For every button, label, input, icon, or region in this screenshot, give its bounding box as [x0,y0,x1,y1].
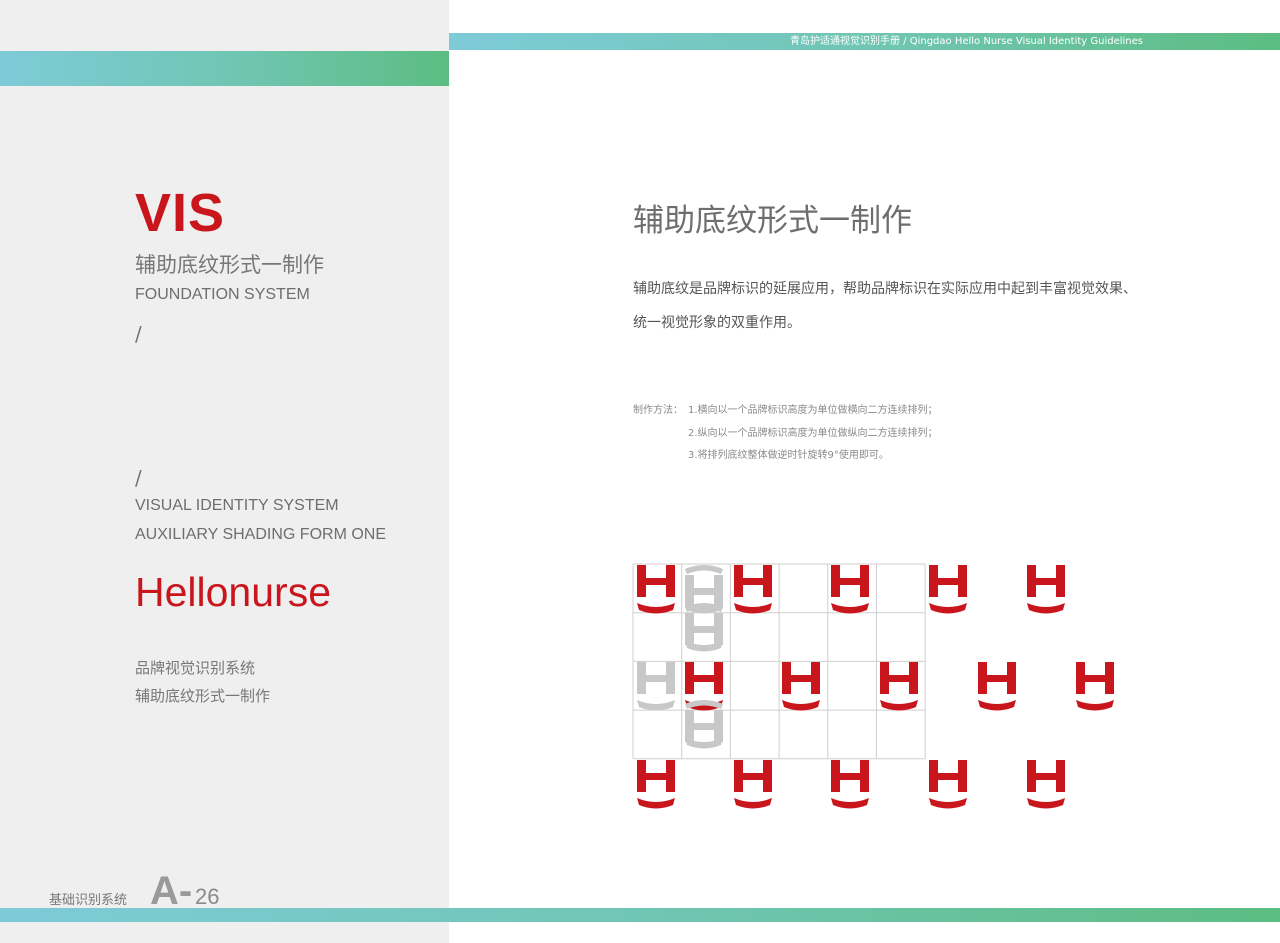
hello-nurse-logo-icon [831,565,869,614]
hello-nurse-logo-icon [1076,662,1114,711]
hello-nurse-logo-icon [637,565,675,614]
hello-nurse-logo-icon [1027,565,1065,614]
hello-nurse-logo-icon [1027,760,1065,809]
pattern-diagram [632,563,1114,809]
hello-nurse-logo-ghost-icon [637,662,675,711]
hello-nurse-logo-icon [734,565,772,614]
hello-nurse-logo-icon [831,760,869,809]
hello-nurse-logo-icon [782,662,820,711]
hello-nurse-logo-icon [637,760,675,809]
hello-nurse-logo-icon [880,662,918,711]
pattern-logos [637,565,1114,809]
hello-nurse-logo-icon [929,760,967,809]
hello-nurse-logo-icon [978,662,1016,711]
hello-nurse-logo-icon [929,565,967,614]
hello-nurse-logo-icon [734,760,772,809]
construction-grid [632,563,926,760]
